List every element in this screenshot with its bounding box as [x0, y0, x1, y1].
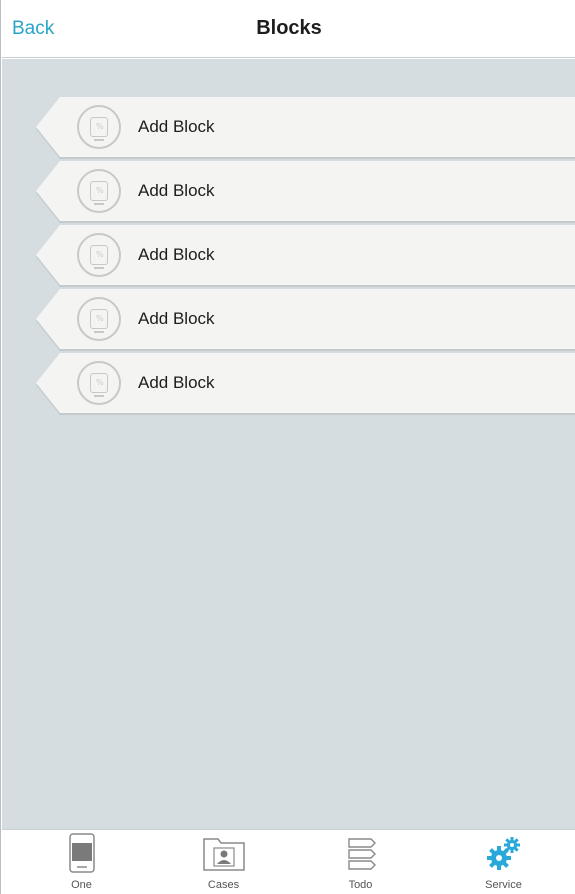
device-icon [68, 833, 96, 880]
tab-service[interactable]: Service [432, 830, 575, 894]
block-placeholder-icon: % [77, 169, 121, 213]
page-title: Blocks [256, 17, 322, 39]
add-block-item[interactable]: % Add Block [36, 225, 575, 287]
block-label: Add Block [138, 181, 215, 200]
block-placeholder-icon: % [77, 361, 121, 405]
block-placeholder-icon: % [77, 297, 121, 341]
add-block-item[interactable]: % Add Block [36, 289, 575, 351]
block-label: Add Block [138, 245, 215, 264]
tab-todo[interactable]: Todo [289, 830, 432, 894]
tab-cases[interactable]: Cases [152, 830, 295, 894]
block-placeholder-icon: % [77, 233, 121, 277]
add-block-item[interactable]: % Add Block [36, 97, 575, 159]
tab-label: Cases [207, 879, 240, 891]
block-label: Add Block [138, 373, 215, 392]
add-block-item[interactable]: % Add Block [36, 161, 575, 223]
tab-one[interactable]: One [10, 830, 153, 894]
folder-user-icon [202, 833, 246, 878]
gears-icon [484, 833, 524, 878]
tab-label: Todo [348, 879, 373, 891]
app-frame: Back Blocks % Add Block % Add Block % Ad… [0, 0, 575, 894]
header-bar: Back Blocks [2, 0, 575, 58]
tab-label: Service [485, 879, 522, 891]
block-label: Add Block [138, 309, 215, 328]
add-block-item[interactable]: % Add Block [36, 353, 575, 415]
block-placeholder-icon: % [77, 105, 121, 149]
content-area: % Add Block % Add Block % Add Block % Ad… [2, 59, 575, 829]
todo-list-icon [343, 833, 379, 878]
tab-label: One [71, 879, 92, 891]
block-label: Add Block [138, 117, 215, 136]
tab-bar: One Cases Todo Service [2, 829, 575, 894]
